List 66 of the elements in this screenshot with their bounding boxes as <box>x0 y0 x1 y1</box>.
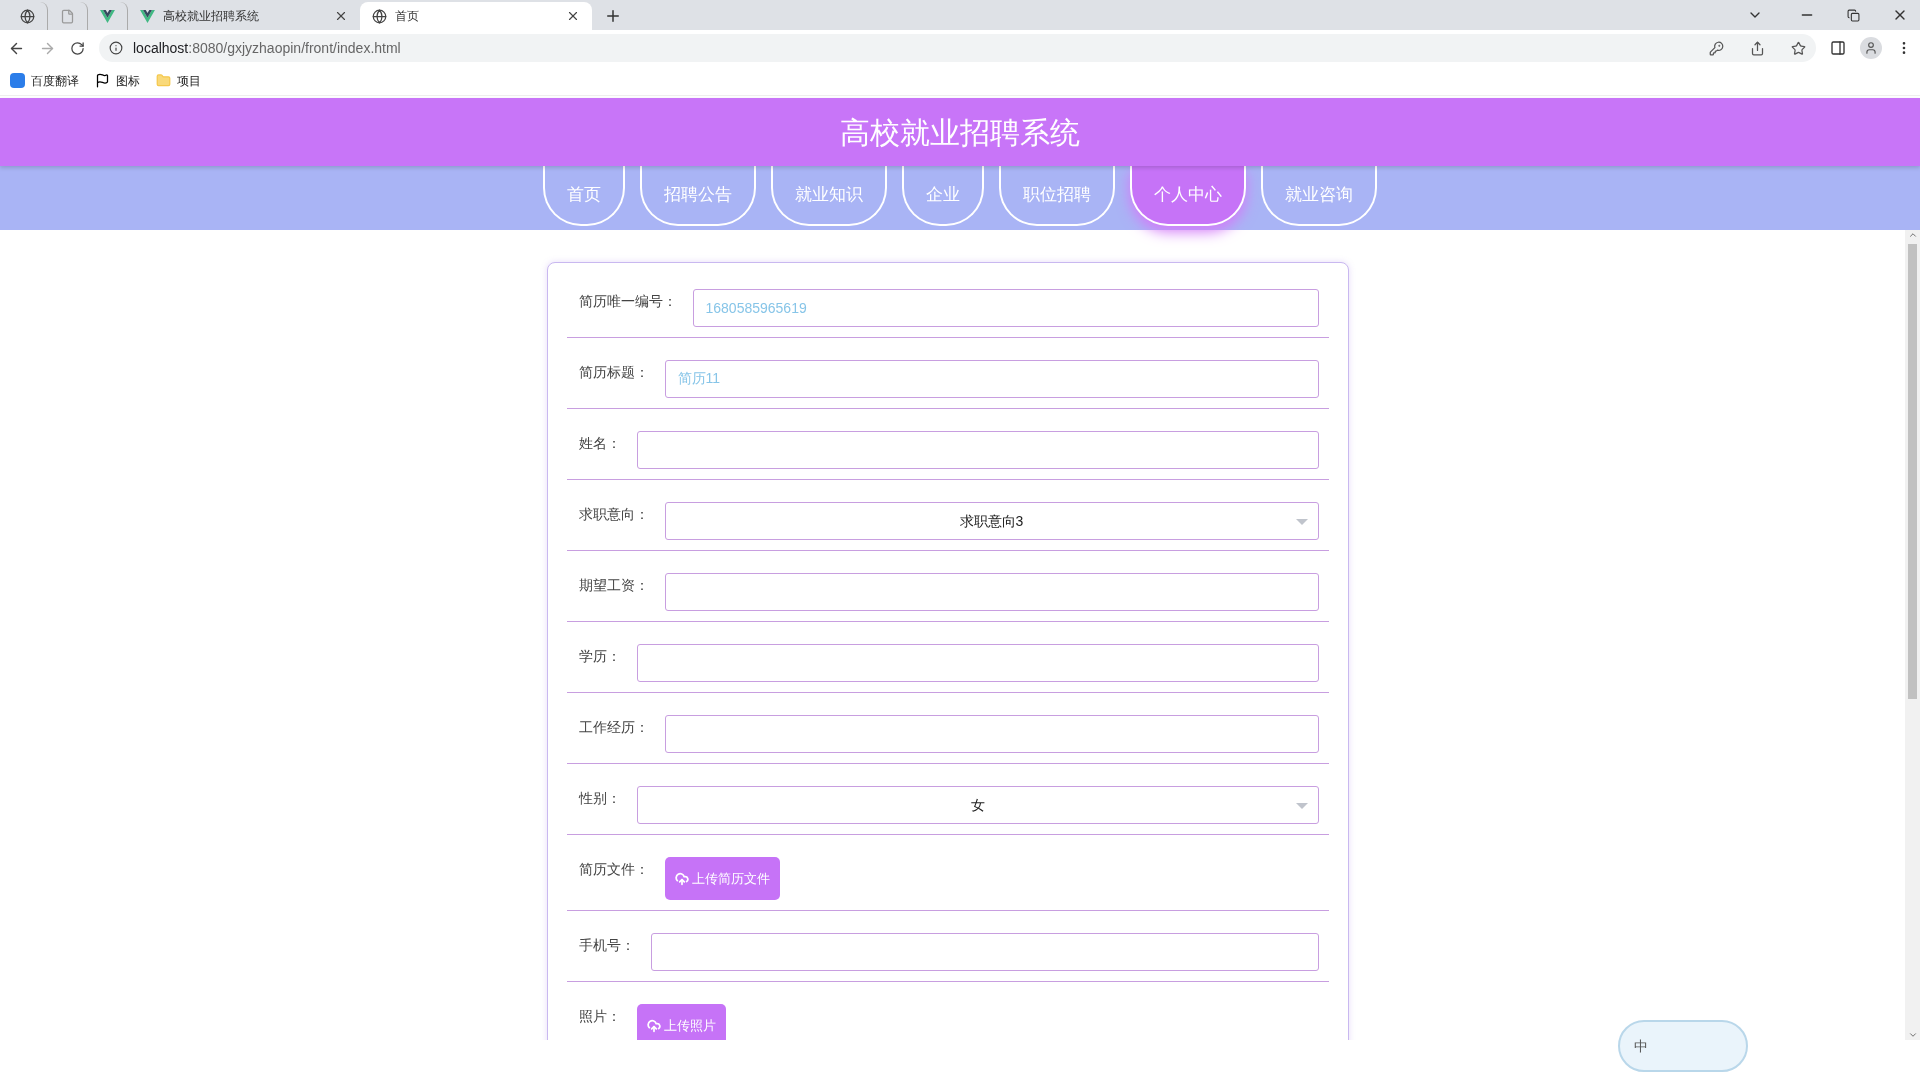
field-label: 照片： <box>578 1007 621 1026</box>
input-field[interactable]: 简历11 <box>664 360 1319 398</box>
side-panel-icon[interactable] <box>1830 40 1846 56</box>
upload-button[interactable]: 上传简历文件 <box>664 857 780 900</box>
select-field[interactable]: 女 <box>636 786 1319 824</box>
field-label: 手机号： <box>578 936 635 955</box>
field-label: 学历： <box>578 647 621 666</box>
restore-icon[interactable] <box>1847 9 1860 22</box>
nav-tab[interactable]: 首页 <box>543 166 625 226</box>
field-label: 简历唯一编号： <box>578 292 677 311</box>
translate-icon <box>10 73 25 88</box>
bookmark-star-icon[interactable] <box>1791 40 1806 56</box>
nav-tab[interactable]: 个人中心 <box>1130 166 1246 226</box>
site-title: 高校就业招聘系统 <box>840 114 1080 151</box>
nav-tab[interactable]: 招聘公告 <box>640 166 756 226</box>
url-text: localhost:8080/gxjyzhaopin/front/index.html <box>133 38 401 58</box>
input-field[interactable] <box>636 644 1319 682</box>
tab-title: 首页 <box>395 8 420 25</box>
input-field[interactable]: 1680585965619 <box>692 289 1319 327</box>
folder-icon <box>156 73 171 88</box>
address-bar[interactable]: localhost:8080/gxjyzhaopin/front/index.html <box>99 34 1816 62</box>
bookmark-item[interactable]: 百度翻译 <box>10 71 79 90</box>
input-field[interactable] <box>650 933 1319 971</box>
browser-tab[interactable]: 首页 <box>360 2 592 30</box>
tab-title: 高校就业招聘系统 <box>163 8 260 25</box>
select-field[interactable]: 求职意向3 <box>664 502 1319 540</box>
field-label: 工作经历： <box>578 718 649 737</box>
field-label: 求职意向： <box>578 505 649 524</box>
new-tab-icon[interactable] <box>604 7 622 25</box>
close-icon[interactable] <box>566 9 580 23</box>
input-field[interactable] <box>636 431 1319 469</box>
globe-icon <box>372 8 387 24</box>
dropdown-arrow-icon <box>1295 519 1308 525</box>
flag-icon <box>95 73 110 88</box>
profile-avatar[interactable] <box>1860 37 1882 59</box>
page-icon <box>60 8 75 24</box>
input-field[interactable] <box>664 573 1319 611</box>
nav-tab[interactable]: 就业知识 <box>771 166 887 226</box>
v-logo-icon <box>100 9 115 23</box>
nav-tab[interactable]: 企业 <box>902 166 984 226</box>
input-method-widget[interactable]: 中 <box>1618 1020 1748 1072</box>
nav-tab[interactable]: 职位招聘 <box>999 166 1115 226</box>
bookmark-item[interactable]: 项目 <box>156 71 201 90</box>
field-label: 性别： <box>578 789 621 808</box>
input-field[interactable] <box>664 715 1319 753</box>
nav-tab[interactable]: 就业咨询 <box>1261 166 1377 226</box>
v-logo-icon <box>140 9 155 23</box>
reload-icon[interactable] <box>70 40 85 56</box>
scrollbar-thumb[interactable] <box>1908 244 1917 699</box>
scroll-down-icon[interactable] <box>1907 1030 1918 1040</box>
share-icon[interactable] <box>1750 40 1765 56</box>
upload-cloud-icon <box>674 871 689 886</box>
scroll-up-icon[interactable] <box>1907 230 1918 240</box>
field-label: 简历文件： <box>578 860 649 879</box>
close-icon[interactable] <box>334 9 348 23</box>
field-label: 期望工资： <box>578 576 649 595</box>
upload-cloud-icon <box>646 1018 661 1033</box>
key-icon[interactable] <box>1709 40 1724 56</box>
field-label: 姓名： <box>578 434 621 453</box>
bookmark-item[interactable]: 图标 <box>95 71 140 90</box>
field-label: 简历标题： <box>578 363 649 382</box>
info-icon <box>109 41 123 55</box>
dropdown-arrow-icon <box>1295 803 1308 809</box>
upload-button[interactable]: 上传照片 <box>636 1004 726 1040</box>
browser-tab[interactable]: 高校就业招聘系统 <box>128 2 360 30</box>
globe-icon <box>20 8 35 24</box>
